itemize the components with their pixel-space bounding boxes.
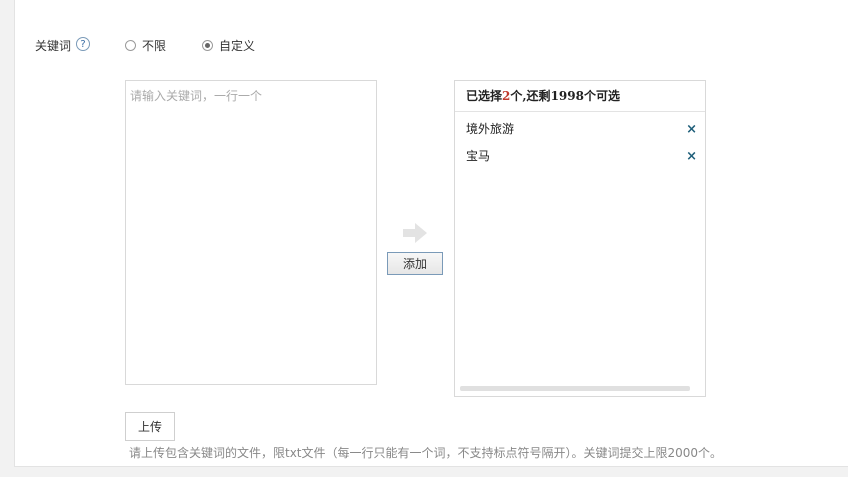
radio-unlimited-option[interactable]: 不限	[125, 37, 166, 54]
upload-button[interactable]: 上传	[125, 412, 175, 441]
remaining-count: 1998	[550, 89, 584, 103]
close-icon[interactable]: ×	[686, 116, 697, 143]
add-button[interactable]: 添加	[387, 252, 443, 275]
list-item: 境外旅游 ×	[455, 116, 705, 143]
horizontal-scrollbar[interactable]	[460, 386, 690, 391]
radio-unlimited-label: 不限	[142, 39, 167, 53]
summary-suffix: 个可选	[583, 89, 620, 103]
summary-prefix: 已选择	[466, 89, 503, 103]
close-icon[interactable]: ×	[686, 143, 697, 170]
selected-summary: 已选择2个,还剩1998个可选	[455, 81, 705, 112]
radio-custom-label: 自定义	[219, 39, 256, 53]
list-item: 宝马 ×	[455, 143, 705, 170]
selected-keywords-box: 已选择2个,还剩1998个可选 境外旅游 × 宝马 ×	[454, 80, 706, 397]
keyword-textarea[interactable]	[125, 80, 377, 385]
upload-hint: 请上传包含关键词的文件，限txt文件（每一行只能有一个词，不支持标点符号隔开）。…	[129, 446, 723, 460]
keyword-label: 境外旅游	[466, 122, 515, 136]
arrow-right-icon	[403, 223, 427, 243]
radio-unlimited[interactable]	[125, 40, 136, 51]
summary-middle: 个,还剩	[510, 89, 551, 103]
help-icon[interactable]: ?	[76, 37, 90, 51]
selected-keyword-list: 境外旅游 × 宝马 ×	[455, 116, 705, 170]
radio-custom[interactable]	[202, 40, 213, 51]
keyword-label: 宝马	[466, 149, 491, 163]
keyword-label: 关键词	[35, 39, 72, 53]
radio-custom-option[interactable]: 自定义	[202, 37, 255, 54]
